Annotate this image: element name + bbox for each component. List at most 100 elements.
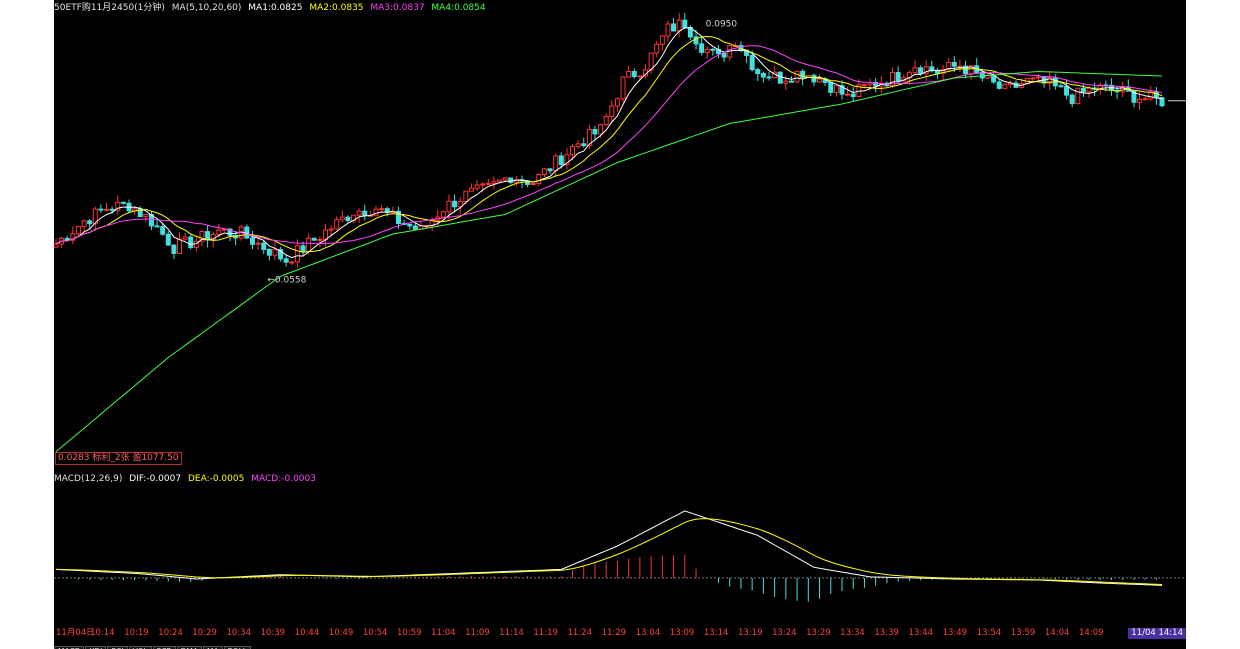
candle-body	[777, 71, 783, 84]
time-tick: 13:44	[908, 628, 934, 638]
time-tick: 11:24	[567, 628, 593, 638]
candle-body	[379, 208, 385, 211]
candle-body	[1142, 98, 1148, 101]
time-axis: 11月04日 10:14 10:19 10:24 10:29 10:34 10:39 10:4…	[54, 628, 1186, 638]
candle-body	[575, 143, 581, 148]
candle-body	[1002, 83, 1008, 89]
candle-body	[665, 23, 671, 37]
candle-body	[620, 76, 626, 100]
candle-body	[480, 183, 486, 186]
time-tick: 10:34	[226, 628, 252, 638]
candle-body	[440, 211, 446, 218]
candle-body	[558, 155, 564, 166]
candle-body	[749, 54, 755, 71]
candle-body	[637, 75, 643, 78]
candle-body	[289, 261, 295, 264]
macd-params: MACD(12,26,9)	[54, 474, 123, 484]
candle-body	[794, 70, 800, 83]
candle-body	[957, 65, 963, 68]
candle-body	[659, 35, 665, 45]
time-tick: 10:29	[192, 628, 217, 638]
candle-body	[87, 220, 93, 225]
candle-body	[609, 105, 615, 118]
candle-body	[502, 177, 508, 181]
price-annotation-low: ←0.0558	[267, 275, 306, 285]
ma3-line	[55, 45, 1163, 245]
candle-body	[654, 43, 660, 54]
candle-body	[828, 81, 834, 93]
candle-body	[811, 74, 817, 83]
candle-body	[845, 93, 851, 96]
candle-body	[710, 48, 716, 51]
time-tick: 10:24	[158, 628, 183, 638]
candle-body	[671, 23, 677, 32]
time-tick: 13:14	[703, 628, 729, 638]
time-tick: 14:09	[1079, 628, 1104, 638]
candle-body	[760, 73, 766, 78]
ma2-line	[55, 35, 1163, 253]
candle-body	[1137, 98, 1143, 103]
candle-body	[614, 98, 620, 107]
candle-body	[177, 238, 183, 254]
time-tick: 10:59	[397, 628, 422, 638]
candle-body	[1075, 87, 1081, 105]
candle-body	[1058, 85, 1064, 88]
candle-body	[918, 67, 924, 74]
candle-body	[468, 187, 474, 192]
time-tick: 11:04	[431, 628, 456, 638]
candle-body	[109, 208, 115, 211]
candle-body	[833, 85, 839, 93]
time-tick: 10:39	[260, 628, 286, 638]
time-tick: 10:54	[362, 628, 388, 638]
time-tick: 11:14	[499, 628, 524, 638]
time-tick: 11月04日	[56, 628, 95, 638]
time-tick: 13:34	[840, 628, 865, 638]
time-tick: 13:04	[635, 628, 661, 638]
time-tick: 13:54	[976, 628, 1002, 638]
candle-body	[81, 220, 87, 227]
candle-body	[463, 190, 469, 203]
screenshot-frame: 50ETF购11月2450(1分钟) MA(5,10,20,60) MA1:0.…	[0, 0, 1240, 649]
candle-body	[328, 228, 334, 231]
candle-body	[255, 242, 261, 245]
candle-body	[75, 225, 81, 235]
position-info-tag: 0.0283 标利_2张 盈1077.50	[55, 452, 182, 465]
candle-body	[216, 229, 222, 235]
candle-body	[699, 43, 705, 53]
candle-body	[581, 143, 587, 147]
macd-value: MACD:-0.0003	[251, 474, 316, 484]
candle-body	[996, 81, 1002, 89]
chart-area: 50ETF购11月2450(1分钟) MA(5,10,20,60) MA1:0.…	[54, 0, 1186, 649]
candle-body	[788, 80, 794, 83]
candle-body	[182, 236, 188, 240]
candle-body	[283, 258, 289, 263]
candle-body	[261, 242, 267, 250]
candle-body	[861, 84, 867, 87]
macd-header: MACD(12,26,9) DIF:-0.0007 DEA:-0.0005 MA…	[54, 473, 320, 486]
candle-body	[143, 213, 149, 218]
candle-body	[530, 183, 536, 186]
candle-body	[553, 155, 559, 172]
candle-body	[272, 249, 278, 256]
candle-body	[322, 229, 328, 240]
candle-body	[317, 238, 323, 241]
time-tick: 11:19	[533, 628, 558, 638]
time-tick: 13:09	[669, 628, 695, 638]
candle-body	[817, 78, 823, 83]
candle-body	[598, 124, 604, 135]
candle-body	[294, 245, 300, 263]
candle-body	[300, 245, 306, 253]
dif-value: DIF:-0.0007	[129, 474, 182, 484]
time-tick: 13:19	[738, 628, 763, 638]
candle-body	[334, 219, 340, 230]
candle-body	[1030, 77, 1036, 80]
candle-body	[934, 70, 940, 74]
time-tick: 13:29	[806, 628, 831, 638]
time-tick: 10:14	[90, 628, 115, 638]
candle-body	[345, 216, 351, 222]
candle-body	[160, 226, 166, 235]
candle-body	[306, 237, 312, 253]
candle-body	[570, 146, 576, 156]
candle-body	[721, 53, 727, 58]
price-annotation-high: 0.0950	[706, 20, 738, 30]
